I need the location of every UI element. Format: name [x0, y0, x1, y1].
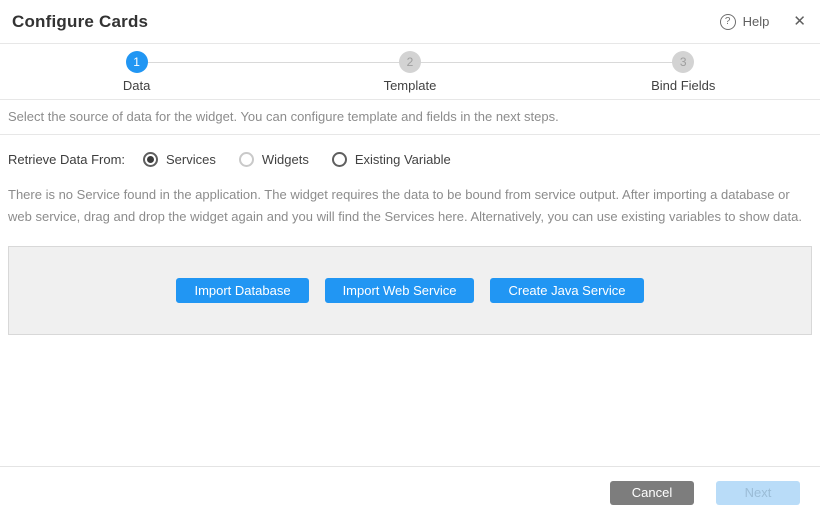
import-web-service-button[interactable]: Import Web Service: [325, 278, 475, 303]
header-actions: ? Help ✕: [720, 14, 806, 30]
step-template-label: Template: [384, 78, 437, 93]
step-data[interactable]: 1 Data: [0, 44, 273, 99]
step-bind-fields-circle[interactable]: 3: [672, 51, 694, 73]
next-button[interactable]: Next: [716, 481, 800, 505]
retrieve-data-label: Retrieve Data From:: [8, 152, 143, 167]
dialog-footer: Cancel Next: [0, 466, 820, 524]
data-source-radio-group: Services Widgets Existing Variable: [143, 152, 474, 167]
radio-services-label[interactable]: Services: [166, 152, 216, 167]
configure-cards-dialog: Configure Cards ? Help ✕ 1 Data 2 Templa…: [0, 0, 820, 524]
page-title: Configure Cards: [12, 12, 148, 32]
radio-widgets-label[interactable]: Widgets: [262, 152, 309, 167]
retrieve-data-row: Retrieve Data From: Services Widgets Exi…: [0, 135, 820, 173]
cancel-button[interactable]: Cancel: [610, 481, 694, 505]
radio-services-control[interactable]: [143, 152, 158, 167]
help-icon[interactable]: ?: [720, 14, 736, 30]
create-java-service-button[interactable]: Create Java Service: [490, 278, 643, 303]
step-template-circle[interactable]: 2: [399, 51, 421, 73]
help-button[interactable]: ? Help: [720, 14, 770, 30]
help-label[interactable]: Help: [743, 14, 770, 29]
intro-text: Select the source of data for the widget…: [0, 100, 820, 135]
radio-existing-variable-control[interactable]: [332, 152, 347, 167]
step-data-label: Data: [123, 78, 150, 93]
wizard-stepper: 1 Data 2 Template 3 Bind Fields: [0, 44, 820, 100]
no-service-notice: There is no Service found in the applica…: [0, 173, 820, 228]
step-bind-fields-label: Bind Fields: [651, 78, 715, 93]
radio-services[interactable]: Services: [143, 152, 216, 167]
radio-widgets-control[interactable]: [239, 152, 254, 167]
radio-existing-variable[interactable]: Existing Variable: [332, 152, 451, 167]
close-icon[interactable]: ✕: [793, 14, 806, 29]
service-actions-panel: Import Database Import Web Service Creat…: [8, 246, 812, 335]
radio-existing-variable-label[interactable]: Existing Variable: [355, 152, 451, 167]
import-database-button[interactable]: Import Database: [176, 278, 308, 303]
dialog-header: Configure Cards ? Help ✕: [0, 0, 820, 44]
radio-widgets[interactable]: Widgets: [239, 152, 309, 167]
step-template[interactable]: 2 Template: [273, 44, 546, 99]
step-bind-fields[interactable]: 3 Bind Fields: [547, 44, 820, 99]
step-data-circle[interactable]: 1: [126, 51, 148, 73]
